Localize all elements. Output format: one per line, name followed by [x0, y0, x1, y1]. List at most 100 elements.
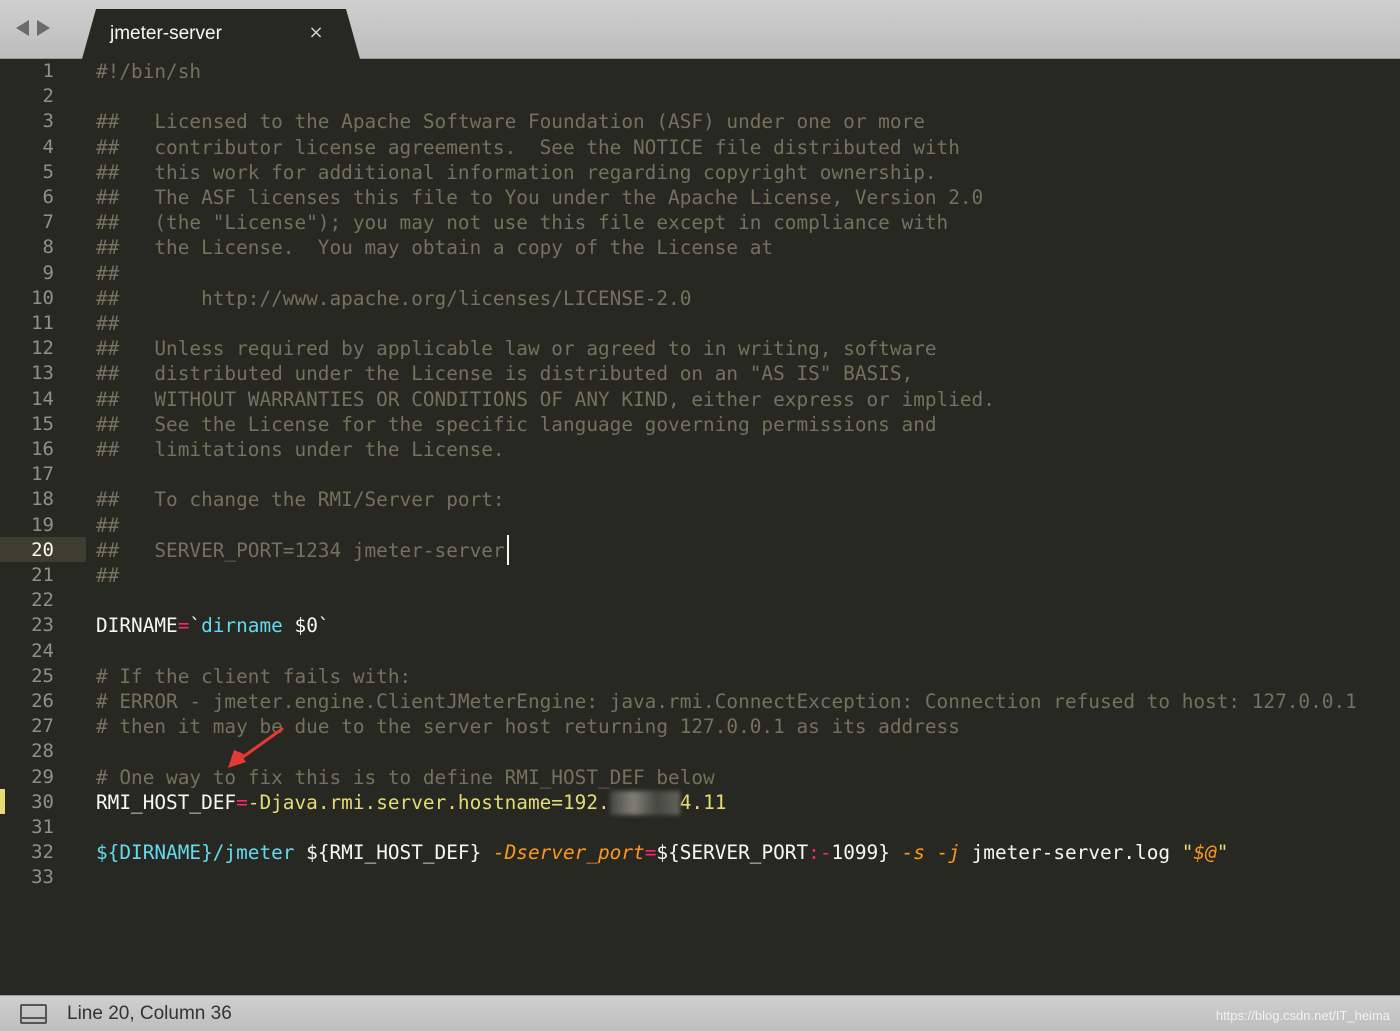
code-token: #!/bin/sh: [96, 60, 202, 83]
code-token: ##: [96, 261, 120, 285]
line-number: 21: [31, 564, 54, 586]
redacted-ip-blur: [610, 791, 680, 815]
code-line[interactable]: ## limitations under the License.: [96, 437, 505, 462]
line-number: 14: [31, 387, 54, 410]
line-number: 27: [31, 715, 54, 738]
line-number: 28: [31, 740, 54, 763]
tab-jmeter-server[interactable]: jmeter-server ×: [82, 9, 360, 59]
code-line[interactable]: ${DIRNAME}/jmeter ${RMI_HOST_DEF} -Dserv…: [96, 840, 1228, 865]
line-number: 32: [31, 841, 54, 864]
code-token: ## distributed under the License is dist…: [96, 362, 914, 386]
line-number: 9: [42, 261, 54, 284]
line-number-gutter: 1 2 3 4 5 6 7 8 9 10 11 12 13 14 15 16 17 18 19 20 21 22 23 24 2…: [0, 59, 86, 995]
line-number: 22: [31, 589, 54, 612]
code-line[interactable]: ##: [96, 513, 119, 538]
code-token: ##: [96, 312, 120, 335]
code-token: $@: [1193, 841, 1217, 865]
line-number: 16: [31, 438, 54, 460]
code-token: ##: [96, 564, 120, 587]
line-number: 18: [31, 488, 54, 511]
line-number: 24: [31, 639, 54, 662]
code-token: 1099}: [831, 841, 902, 865]
code-token: ## http://www.apache.org/licenses/LICENS…: [96, 286, 692, 310]
line-number: 10: [31, 286, 54, 309]
code-token: ## the License. You may obtain a copy of…: [96, 236, 774, 260]
code-token: RMI_HOST_DEF: [96, 790, 237, 814]
code-editor[interactable]: 1 2 3 4 5 6 7 8 9 10 11 12 13 14 15 16 17 18 19 20 21 22 23 24 2…: [0, 59, 1400, 995]
code-token: ## contributor license agreements. See t…: [96, 135, 960, 159]
line-number: 17: [31, 463, 54, 486]
line-number: 12: [31, 337, 54, 360]
code-token: ## SERVER_PORT=1234 jmeter-server: [96, 538, 505, 562]
code-token: -Dserver_port: [492, 841, 645, 865]
tab-bar: jmeter-server ×: [0, 0, 1400, 59]
line-number: 3: [42, 110, 54, 133]
code-token: :-: [808, 841, 832, 865]
code-line[interactable]: # If the client fails with:: [96, 664, 411, 689]
code-token: ## Unless required by applicable law or …: [96, 337, 937, 361]
code-line[interactable]: ## WITHOUT WARRANTIES OR CONDITIONS OF A…: [96, 387, 995, 412]
code-line[interactable]: # One way to fix this is to define RMI_H…: [96, 765, 715, 790]
code-token: ## limitations under the License.: [96, 438, 505, 461]
code-token: dirname: [201, 614, 283, 638]
line-number: 1: [42, 60, 54, 82]
line-number: 20: [31, 538, 54, 561]
code-line[interactable]: ## (the "License"); you may not use this…: [96, 210, 948, 235]
code-line[interactable]: ## distributed under the License is dist…: [96, 361, 913, 386]
line-number: 5: [42, 160, 54, 183]
back-arrow-icon[interactable]: [16, 20, 29, 36]
code-line[interactable]: ## the License. You may obtain a copy of…: [96, 235, 773, 260]
line-number: 19: [31, 513, 54, 536]
code-line[interactable]: ## this work for additional information …: [96, 160, 937, 185]
code-line[interactable]: ## Unless required by applicable law or …: [96, 336, 937, 361]
code-line[interactable]: ## To change the RMI/Server port:: [96, 487, 505, 512]
code-line[interactable]: ## http://www.apache.org/licenses/LICENS…: [96, 286, 691, 311]
line-number: 6: [42, 186, 54, 208]
status-bar: Line 20, Column 36 https://blog.csdn.net…: [0, 995, 1400, 1031]
code-token: ## To change the RMI/Server port:: [96, 488, 505, 512]
line-number: 7: [42, 211, 54, 234]
panel-toggle-icon[interactable]: [20, 1004, 47, 1024]
line-number: 30: [31, 790, 54, 813]
line-number: 29: [31, 765, 54, 788]
line-number: 11: [31, 312, 54, 334]
code-token: jmeter-server.log: [959, 841, 1182, 865]
code-line[interactable]: ## SERVER_PORT=1234 jmeter-server: [96, 538, 505, 563]
code-token: ${DIRNAME}/jmeter: [96, 841, 295, 865]
line-number: 31: [31, 816, 54, 838]
code-token: =: [644, 841, 657, 865]
code-line[interactable]: ##: [96, 261, 119, 286]
code-token: $0`: [282, 614, 330, 638]
line-number: 25: [31, 664, 54, 687]
code-line[interactable]: ##: [96, 311, 119, 336]
line-number: 26: [31, 690, 54, 712]
line-number: 15: [31, 412, 54, 435]
cursor-position: Line 20, Column 36: [67, 1003, 232, 1024]
code-token: # If the client fails with:: [96, 664, 412, 688]
code-token: ## Licensed to the Apache Software Found…: [96, 110, 925, 134]
code-line[interactable]: # ERROR - jmeter.engine.ClientJMeterEngi…: [96, 689, 1357, 714]
code-line[interactable]: #!/bin/sh: [96, 59, 201, 84]
text-cursor: [507, 535, 509, 565]
code-token: =: [236, 790, 248, 814]
forward-arrow-icon[interactable]: [37, 20, 50, 36]
code-line[interactable]: ##: [96, 563, 119, 588]
line-number: 33: [31, 866, 54, 889]
code-line[interactable]: ## Licensed to the Apache Software Found…: [96, 109, 925, 134]
code-line[interactable]: DIRNAME=`dirname $0`: [96, 613, 330, 638]
code-token: ": [1216, 841, 1229, 865]
close-icon[interactable]: ×: [304, 21, 328, 45]
code-token: ## WITHOUT WARRANTIES OR CONDITIONS OF A…: [96, 387, 995, 411]
line-number: 13: [31, 362, 54, 385]
line-number: 4: [42, 135, 54, 158]
code-token: ## The ASF licenses this file to You und…: [96, 186, 984, 209]
line-number: 8: [42, 236, 54, 259]
code-line[interactable]: ## See the License for the specific lang…: [96, 412, 937, 437]
code-token: ": [1181, 841, 1194, 865]
line-number: 2: [42, 85, 54, 108]
code-line[interactable]: ## The ASF licenses this file to You und…: [96, 185, 983, 210]
annotation-arrow-icon: [228, 727, 284, 768]
code-token: DIRNAME: [96, 614, 178, 638]
watermark-text: https://blog.csdn.net/IT_heima: [1215, 1008, 1390, 1023]
code-line[interactable]: ## contributor license agreements. See t…: [96, 135, 960, 160]
